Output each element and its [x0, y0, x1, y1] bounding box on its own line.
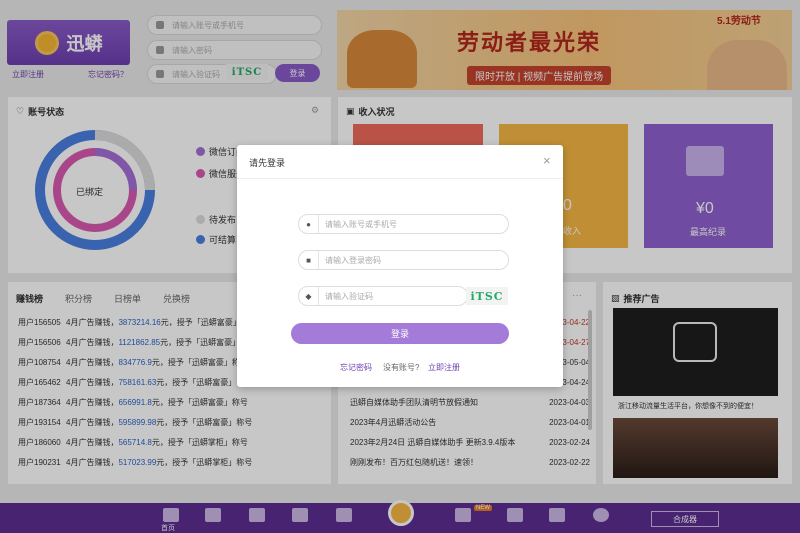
user-icon: ●	[299, 215, 319, 233]
modal-captcha-image[interactable]: iTSC	[466, 287, 508, 305]
login-modal: 请先登录 × ● 请输入账号或手机号 ■ 请输入登录密码 ◆ 请输入验证码 iT…	[237, 145, 563, 387]
modal-captcha-input[interactable]: ◆ 请输入验证码	[298, 286, 468, 306]
modal-login-button[interactable]: 登录	[291, 323, 509, 344]
modal-register-link[interactable]: 立即注册	[428, 362, 460, 373]
modal-password-input[interactable]: ■ 请输入登录密码	[298, 250, 509, 270]
modal-account-input[interactable]: ● 请输入账号或手机号	[298, 214, 509, 234]
modal-title: 请先登录	[249, 158, 286, 168]
modal-forgot-link[interactable]: 忘记密码	[340, 362, 372, 373]
modal-divider	[237, 178, 563, 179]
lock-icon: ■	[299, 251, 319, 269]
shield-icon: ◆	[299, 287, 319, 305]
no-account-text: 没有账号?	[383, 363, 420, 372]
close-icon[interactable]: ×	[543, 153, 551, 168]
